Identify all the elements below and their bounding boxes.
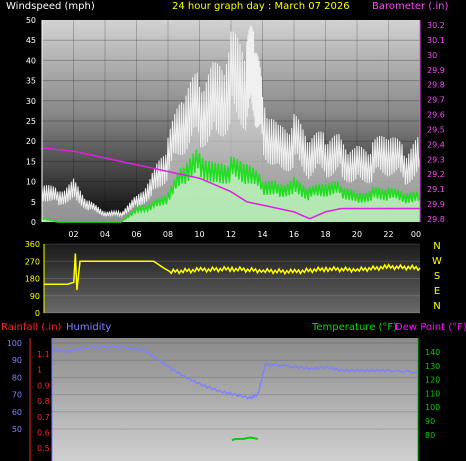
wind-y-tick: 10 — [26, 178, 36, 187]
time-tick: 12 — [226, 230, 236, 239]
direction-y-tick-labels: 0 90 180 270 360 — [25, 240, 40, 318]
barometer-y-tick: 30.1 — [427, 36, 445, 45]
time-tick: 06 — [131, 230, 141, 239]
rainfall-y-tick: 0.6 — [37, 429, 50, 438]
time-tick: 20 — [352, 230, 362, 239]
graph-title: 24 hour graph day : March 07 2026 — [172, 1, 350, 12]
temperature-y-tick: 110 — [425, 389, 440, 398]
temperature-y-tick: 140 — [425, 348, 440, 357]
rainfall-y-tick: 0.7 — [37, 413, 50, 422]
humidity-panel: 100 90 80 70 60 50 1.1 1 0.9 0.8 0.7 0.6 0.5 140 130… — [7, 338, 440, 461]
wind-y-tick: 25 — [26, 117, 36, 126]
barometer-y-tick: 29.6 — [427, 111, 445, 120]
time-tick: 08 — [163, 230, 173, 239]
barometer-axis-label: Barometer (.in) — [372, 1, 448, 12]
rainfall-y-tick: 0.5 — [37, 444, 50, 453]
direction-y-tick: 90 — [30, 292, 40, 301]
temperature-y-tick: 100 — [425, 403, 440, 412]
humidity-plot-background — [52, 338, 418, 461]
time-axis-tick-labels: 02 04 06 08 10 12 14 16 18 20 22 00 — [68, 230, 421, 239]
humidity-y-tick: 50 — [12, 425, 22, 434]
wind-y-tick: 50 — [26, 16, 36, 25]
humidity-label: Humidity — [66, 322, 111, 333]
weather-dashboard: Windspeed (mph) 24 hour graph day : Marc… — [1, 1, 466, 461]
compass-letter: E — [434, 286, 440, 297]
wind-y-tick: 45 — [26, 36, 36, 45]
compass-letter: W — [432, 256, 442, 267]
temperature-y-tick-labels: 140 130 120 110 100 90 80 — [425, 348, 440, 440]
humidity-y-tick: 80 — [12, 373, 22, 382]
wind-y-tick: 35 — [26, 77, 36, 86]
barometer-y-tick: 29.1 — [427, 185, 445, 194]
dew-point-label: Dew Point (°F) — [395, 322, 466, 333]
barometer-y-tick: 29.9 — [427, 66, 445, 75]
wind-panel: 05101520253035404550 29.829.929.129.229.… — [26, 16, 445, 239]
wind-y-tick: 20 — [26, 137, 36, 146]
wind-y-tick: 30 — [26, 97, 36, 106]
barometer-y-tick: 29.7 — [427, 96, 445, 105]
direction-y-tick: 180 — [25, 275, 40, 284]
time-tick: 10 — [194, 230, 204, 239]
barometer-y-tick: 30.2 — [427, 21, 445, 30]
temperature-y-tick: 130 — [425, 362, 440, 371]
rainfall-y-tick: 1.1 — [37, 350, 50, 359]
compass-letter: S — [434, 271, 440, 282]
barometer-y-tick: 29.2 — [427, 170, 445, 179]
barometer-y-tick: 29.8 — [427, 215, 445, 224]
wind-y-tick: 40 — [26, 56, 36, 65]
humidity-y-tick: 90 — [12, 356, 22, 365]
rainfall-y-tick: 0.9 — [37, 381, 50, 390]
barometer-y-tick: 29.5 — [427, 125, 445, 134]
time-tick: 00 — [411, 230, 421, 239]
temperature-label: Temperature (°F) — [311, 322, 397, 333]
rainfall-y-tick-labels: 1.1 1 0.9 0.8 0.7 0.6 0.5 — [37, 350, 50, 453]
humidity-y-tick: 60 — [12, 408, 22, 417]
rainfall-y-tick: 1 — [37, 366, 42, 375]
time-tick: 14 — [257, 230, 267, 239]
barometer-y-tick: 29.4 — [427, 140, 445, 149]
compass-letter: N — [433, 241, 440, 252]
humidity-y-tick: 100 — [7, 339, 22, 348]
direction-y-tick: 360 — [25, 240, 40, 249]
windspeed-axis-label: Windspeed (mph) — [6, 1, 95, 12]
humidity-y-tick: 70 — [12, 391, 22, 400]
rainfall-y-tick: 0.8 — [37, 397, 50, 406]
barometer-y-tick: 29.3 — [427, 155, 445, 164]
temperature-y-tick: 90 — [425, 417, 435, 426]
barometer-y-tick: 30 — [427, 51, 437, 60]
time-tick: 18 — [320, 230, 330, 239]
compass-letter: N — [433, 301, 440, 312]
wind-y-tick: 15 — [26, 157, 36, 166]
temperature-y-tick: 80 — [425, 431, 435, 440]
compass-letters: NWSEN — [432, 241, 442, 312]
time-tick: 16 — [289, 230, 299, 239]
direction-y-tick: 270 — [25, 257, 40, 266]
barometer-y-tick-labels: 29.8 29.9 29.1 29.2 29.3 29.4 29.5 29.6 29.7 29.8… — [427, 21, 445, 224]
humidity-y-tick-labels: 100 90 80 70 60 50 — [7, 339, 22, 434]
direction-panel: 090180270360 NWSEN — [25, 240, 442, 318]
time-tick: 02 — [68, 230, 78, 239]
barometer-y-tick: 29.8 — [427, 81, 445, 90]
wind-y-tick: 0 — [31, 218, 36, 227]
wind-y-tick: 5 — [31, 198, 36, 207]
barometer-y-tick: 29.9 — [427, 200, 445, 209]
wind-y-tick-labels: 0 5 10 15 20 25 30 35 40 45 50 — [26, 16, 36, 227]
temperature-y-tick: 120 — [425, 376, 440, 385]
direction-y-tick: 0 — [35, 309, 40, 318]
rainfall-label: Rainfall (.in) — [1, 322, 62, 333]
time-tick: 22 — [383, 230, 393, 239]
time-tick: 04 — [100, 230, 110, 239]
